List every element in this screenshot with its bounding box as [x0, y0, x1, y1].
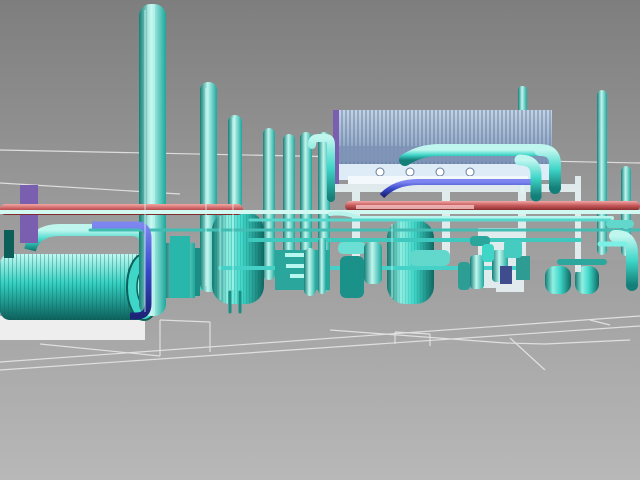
- plant-scene: [0, 0, 640, 480]
- plant-3d-viewport[interactable]: [0, 0, 640, 480]
